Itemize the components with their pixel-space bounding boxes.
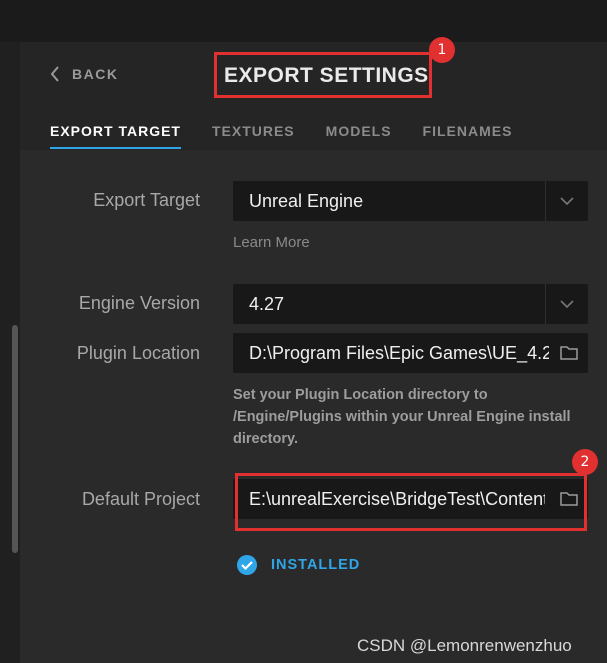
learn-more-link[interactable]: Learn More [233, 234, 310, 251]
plugin-location-helper: Set your Plugin Location directory to /E… [233, 387, 571, 447]
annotation-badge-1: 1 [429, 37, 455, 63]
export-target-value: Unreal Engine [249, 191, 364, 211]
export-target-label: Export Target [93, 190, 200, 210]
back-button[interactable]: BACK [50, 66, 118, 82]
engine-version-value: 4.27 [249, 294, 285, 314]
tab-models[interactable]: MODELS [326, 123, 392, 149]
plugin-location-field[interactable]: D:\Program Files\Epic Games\UE_4.27 [233, 333, 588, 373]
chevron-down-icon[interactable] [545, 284, 588, 324]
tab-export-target[interactable]: EXPORT TARGET [50, 123, 181, 149]
scrollbar[interactable] [12, 325, 18, 553]
engine-version-label: Engine Version [78, 293, 200, 313]
installed-label: INSTALLED [271, 557, 361, 573]
annotation-box-2 [235, 473, 587, 531]
plugin-location-label: Plugin Location [76, 343, 200, 363]
top-bar [0, 0, 607, 42]
plugin-location-value: D:\Program Files\Epic Games\UE_4.27 [249, 343, 549, 363]
tab-textures[interactable]: TEXTURES [212, 123, 295, 149]
export-settings-panel: BACK EXPORT SETTINGS EXPORT TARGET TEXTU… [20, 42, 607, 663]
chevron-down-icon[interactable] [545, 181, 588, 221]
installed-status: INSTALLED [237, 555, 360, 575]
tab-filenames[interactable]: FILENAMES [423, 123, 513, 149]
export-target-select[interactable]: Unreal Engine [233, 181, 588, 221]
chevron-left-icon [50, 66, 59, 82]
check-circle-icon [237, 555, 257, 575]
engine-version-select[interactable]: 4.27 [233, 284, 588, 324]
watermark: CSDN @Lemonrenwenzhuo [357, 636, 572, 655]
annotation-box-1 [214, 52, 432, 98]
annotation-badge-2: 2 [572, 449, 598, 475]
tab-bar: EXPORT TARGET TEXTURES MODELS FILENAMES [50, 123, 543, 149]
default-project-label: Default Project [81, 489, 200, 509]
folder-icon[interactable] [560, 344, 578, 365]
back-label: BACK [72, 66, 119, 82]
